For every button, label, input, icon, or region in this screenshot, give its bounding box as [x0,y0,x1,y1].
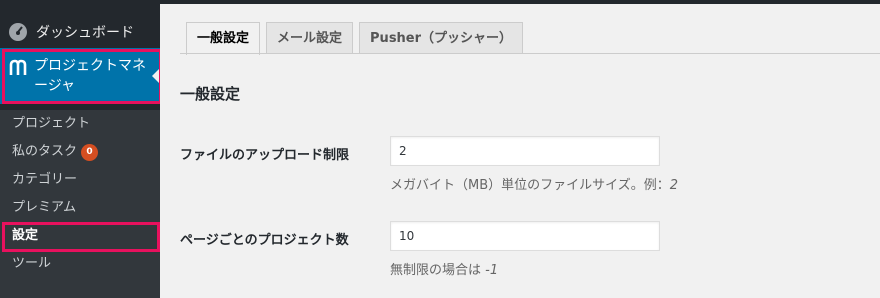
upload-limit-input[interactable]: 2 [390,136,660,166]
submenu-item-settings[interactable]: 設定 [12,227,38,245]
submenu-item-tools[interactable]: ツール [12,255,51,273]
menu-dashboard-label: ダッシュボード [36,25,134,41]
task-count-badge: 0 [81,144,99,161]
projects-per-page-label: ページごとのプロジェクト数 [180,233,349,248]
menu-project-manager-label: プロジェクトマネージャ [34,58,146,94]
project-manager-submenu: プロジェクト 私のタスク 0 カテゴリー プレミアム 設定 ツール [0,110,160,298]
current-menu-arrow [152,68,160,84]
submenu-item-my-tasks[interactable]: 私のタスク 0 [12,143,99,161]
settings-tabs: 一般設定 メール設定 Pusher（プッシャー） [186,22,529,55]
submenu-item-premium[interactable]: プレミアム [12,199,76,217]
upload-limit-label: ファイルのアップロード制限 [180,148,350,163]
projects-per-page-description: 無制限の場合は -1 [390,263,499,278]
submenu-item-categories[interactable]: カテゴリー [12,171,77,189]
section-title: 一般設定 [180,85,241,103]
tab-pusher[interactable]: Pusher（プッシャー） [359,22,524,54]
admin-sidebar: ダッシュボード プロジェクトマネージャ プロジェクト 私のタスク 0 カテゴリー … [0,0,162,298]
projects-per-page-input[interactable]: 10 [390,221,660,251]
project-manager-logo-icon [9,59,27,75]
dashboard-gauge-icon [9,23,27,41]
tab-general[interactable]: 一般設定 [186,22,261,55]
settings-content: 一般設定 メール設定 Pusher（プッシャー） 一般設定 ファイルのアップロー… [160,0,880,298]
admin-bar-edge [160,0,880,4]
upload-limit-description: メガバイト（MB）単位のファイルサイズ。例：2 [390,178,679,193]
tab-email[interactable]: メール設定 [266,22,354,54]
menu-project-manager[interactable]: プロジェクトマネージャ [0,48,160,104]
menu-dashboard[interactable]: ダッシュボード [0,18,160,46]
submenu-item-projects[interactable]: プロジェクト [12,115,90,133]
tabs-divider [180,53,880,54]
